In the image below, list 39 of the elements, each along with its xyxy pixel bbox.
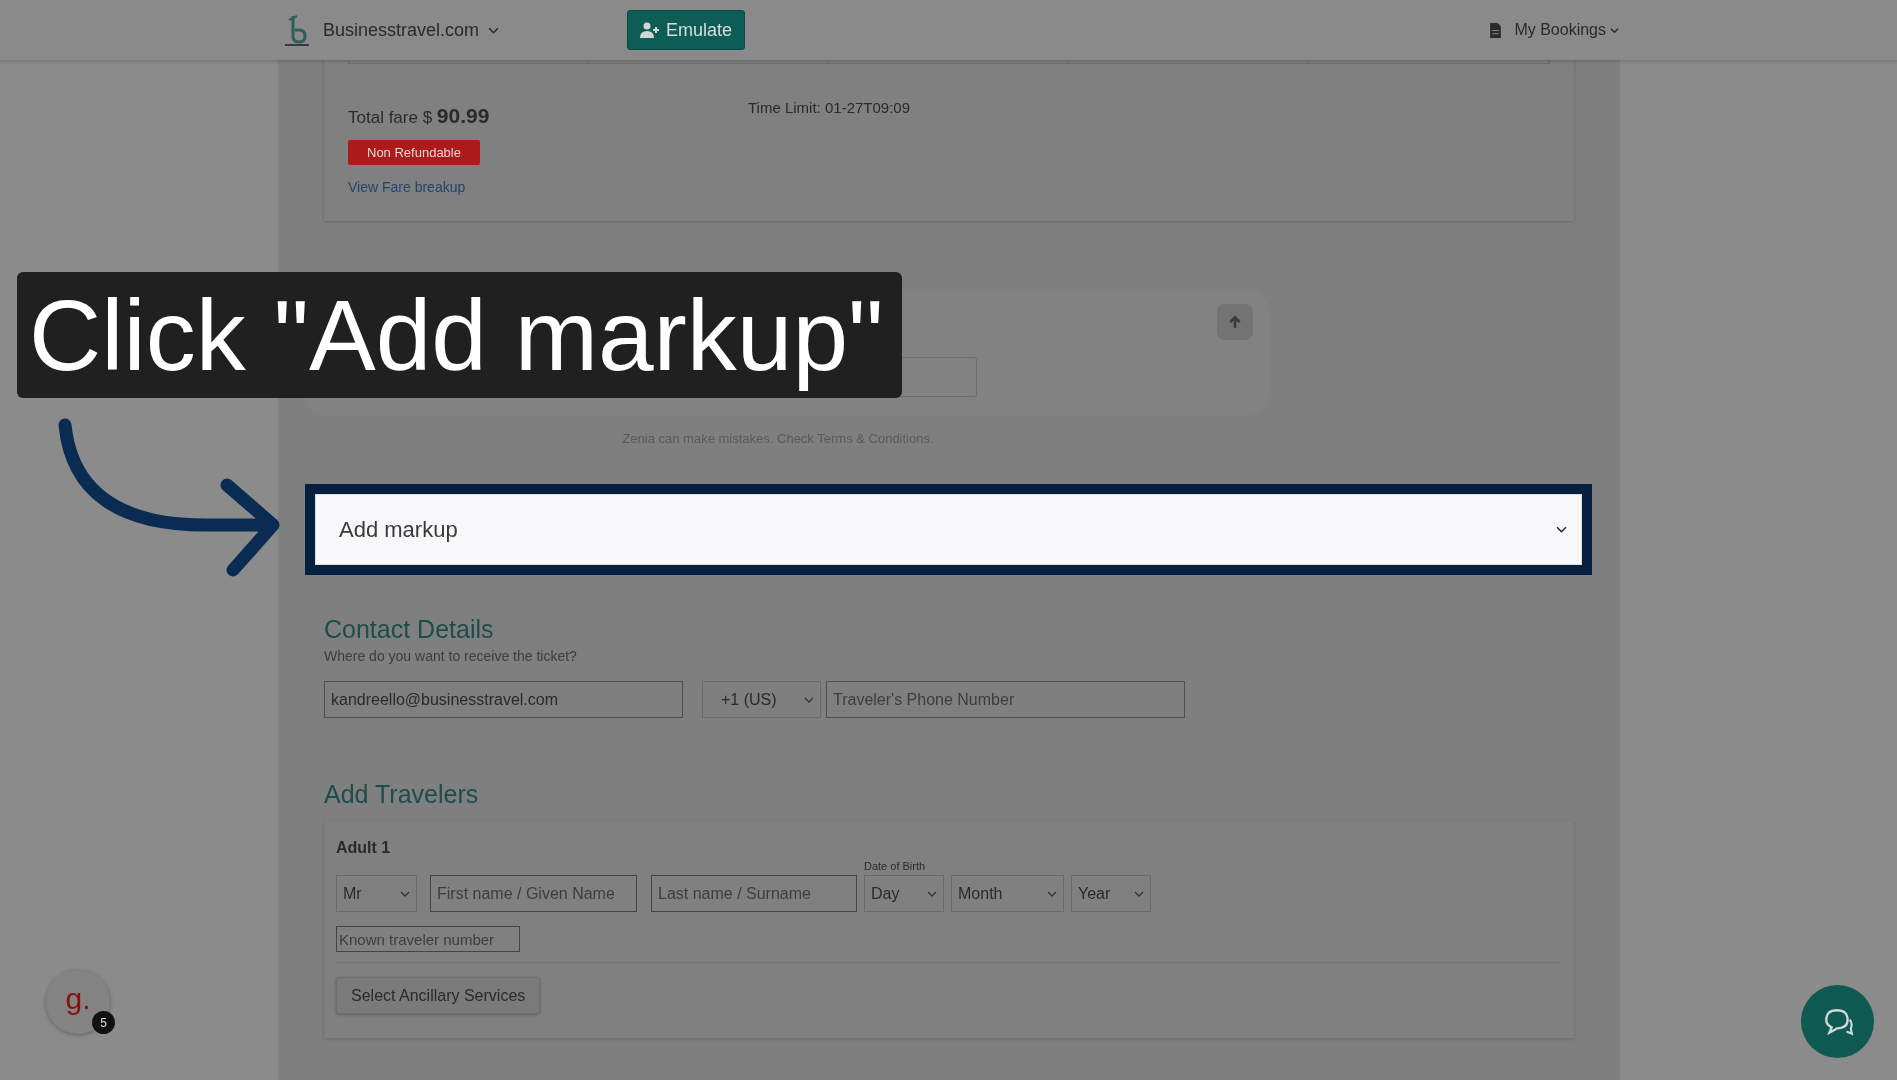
date-of-birth-label: Date of Birth [864, 860, 927, 872]
phone-field[interactable]: Traveler's Phone Number [826, 681, 1185, 718]
non-refundable-badge: Non Refundable [348, 140, 480, 165]
chevron-down-icon [1556, 526, 1567, 533]
brand-menu[interactable]: Businesstravel.com [323, 19, 480, 41]
day-select[interactable]: Day [864, 875, 944, 912]
my-bookings-menu[interactable]: My Bookings [1514, 21, 1606, 39]
traveler-label: Adult 1 [336, 839, 392, 857]
email-field[interactable]: kandreello@businesstravel.com [324, 681, 683, 718]
arrow-up-icon [1228, 315, 1242, 329]
chevron-down-icon [488, 26, 500, 34]
tutorial-tooltip: Click "Add markup" [17, 272, 902, 398]
notification-badge: 5 [92, 1011, 115, 1034]
emulate-button[interactable]: Emulate [627, 10, 746, 50]
time-limit: Time Limit: 01-27T09:09 [748, 99, 910, 118]
known-traveler-number-field[interactable]: Known traveler number [336, 926, 520, 952]
year-select[interactable]: Year [1071, 875, 1151, 912]
chevron-down-icon [1047, 890, 1057, 897]
section-title: Add Travelers [324, 780, 480, 809]
chevron-down-icon [927, 890, 937, 897]
chevron-down-icon [804, 696, 814, 703]
logo-icon[interactable] [283, 12, 311, 48]
chevron-down-icon [400, 890, 410, 897]
title-select[interactable]: Mr [336, 875, 417, 912]
month-select[interactable]: Month [951, 875, 1064, 912]
total-fare: Total fare $ 90.99 [348, 104, 490, 128]
section-subtitle: Where do you want to receive the ticket? [324, 648, 578, 664]
first-name-field[interactable]: First name / Given Name [430, 875, 637, 912]
country-code-select[interactable]: +1 (US) [702, 681, 821, 718]
chevron-down-icon [1610, 26, 1619, 34]
chevron-down-icon [1134, 890, 1144, 897]
select-ancillary-services-button[interactable]: Select Ancillary Services [336, 977, 541, 1014]
add-markup-dropdown[interactable]: Add markup [315, 494, 1582, 565]
send-button[interactable] [1217, 304, 1253, 340]
view-fare-breakup-link[interactable]: View Fare breakup [348, 179, 466, 195]
add-user-icon [640, 22, 661, 38]
last-name-field[interactable]: Last name / Surname [651, 875, 857, 912]
document-icon [1489, 22, 1503, 38]
section-title: Contact Details [324, 615, 495, 644]
